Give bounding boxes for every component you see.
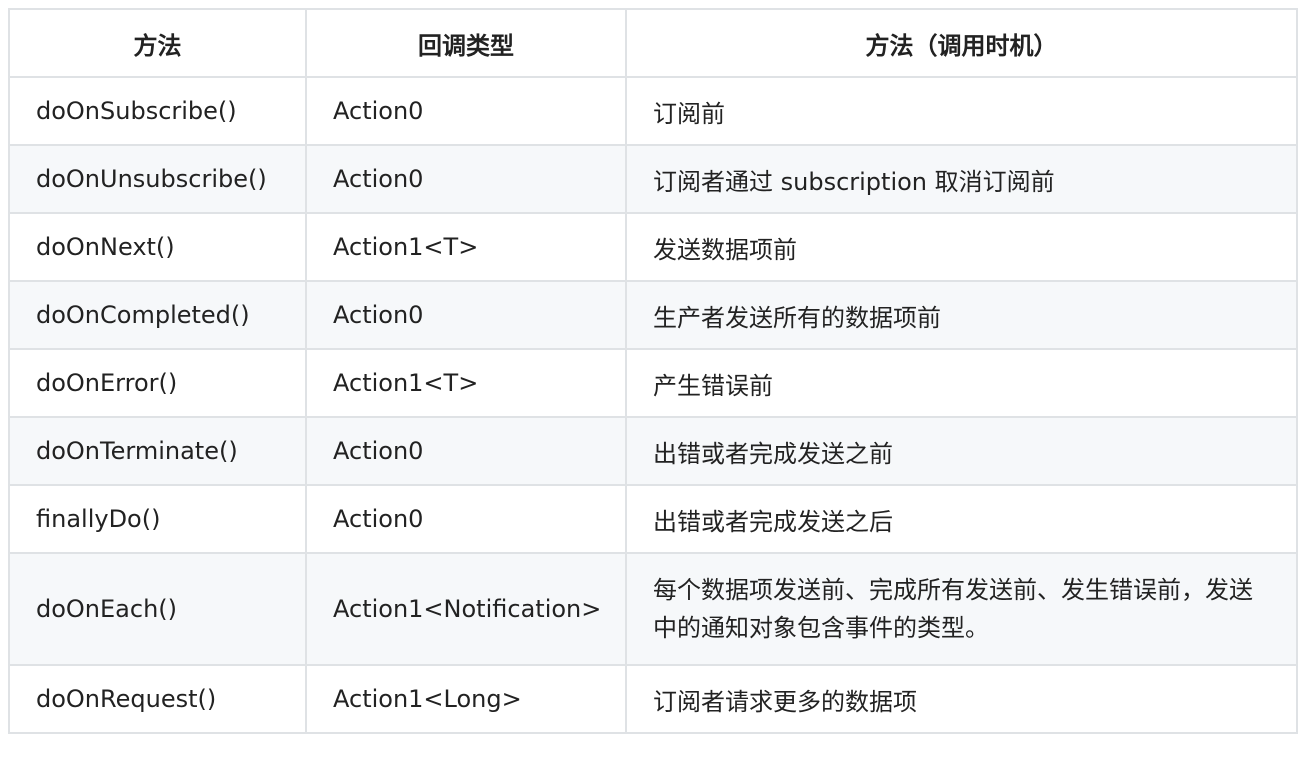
table-row: doOnUnsubscribe() Action0 订阅者通过 subscrip…	[8, 144, 1298, 214]
table-header: 方法 回调类型 方法（调用时机）	[8, 8, 1298, 78]
callback-type-cell: Action0	[305, 76, 627, 146]
method-cell: doOnTerminate()	[8, 416, 307, 486]
callback-type-cell: Action0	[305, 144, 627, 214]
timing-cell: 产生错误前	[625, 348, 1298, 418]
table-row: doOnRequest() Action1<Long> 订阅者请求更多的数据项	[8, 664, 1298, 734]
table-row: finallyDo() Action0 出错或者完成发送之后	[8, 484, 1298, 554]
method-cell: doOnError()	[8, 348, 307, 418]
timing-cell: 订阅前	[625, 76, 1298, 146]
callback-methods-table: 方法 回调类型 方法（调用时机） doOnSubscribe() Action0…	[8, 8, 1298, 734]
callback-type-cell: Action1<T>	[305, 212, 627, 282]
table-row: doOnSubscribe() Action0 订阅前	[8, 76, 1298, 146]
table-body: doOnSubscribe() Action0 订阅前 doOnUnsubscr…	[8, 76, 1298, 734]
callback-type-cell: Action0	[305, 280, 627, 350]
callback-type-cell: Action1<Long>	[305, 664, 627, 734]
method-cell: doOnCompleted()	[8, 280, 307, 350]
table-row: doOnError() Action1<T> 产生错误前	[8, 348, 1298, 418]
header-row: 方法 回调类型 方法（调用时机）	[8, 8, 1298, 78]
callback-type-cell: Action0	[305, 484, 627, 554]
method-cell: doOnRequest()	[8, 664, 307, 734]
method-cell: doOnUnsubscribe()	[8, 144, 307, 214]
method-cell: doOnEach()	[8, 552, 307, 666]
timing-cell: 出错或者完成发送之前	[625, 416, 1298, 486]
timing-cell: 每个数据项发送前、完成所有发送前、发生错误前，发送中的通知对象包含事件的类型。	[625, 552, 1298, 666]
timing-cell: 订阅者通过 subscription 取消订阅前	[625, 144, 1298, 214]
callback-type-cell: Action1<Notification>	[305, 552, 627, 666]
table-row: doOnCompleted() Action0 生产者发送所有的数据项前	[8, 280, 1298, 350]
header-method: 方法	[8, 8, 307, 78]
table-row: doOnNext() Action1<T> 发送数据项前	[8, 212, 1298, 282]
table-row: doOnEach() Action1<Notification> 每个数据项发送…	[8, 552, 1298, 666]
timing-cell: 出错或者完成发送之后	[625, 484, 1298, 554]
callback-type-cell: Action1<T>	[305, 348, 627, 418]
header-callback-type: 回调类型	[305, 8, 627, 78]
timing-cell: 发送数据项前	[625, 212, 1298, 282]
timing-cell: 生产者发送所有的数据项前	[625, 280, 1298, 350]
callback-type-cell: Action0	[305, 416, 627, 486]
table-row: doOnTerminate() Action0 出错或者完成发送之前	[8, 416, 1298, 486]
method-cell: doOnSubscribe()	[8, 76, 307, 146]
method-cell: finallyDo()	[8, 484, 307, 554]
timing-cell: 订阅者请求更多的数据项	[625, 664, 1298, 734]
header-timing: 方法（调用时机）	[625, 8, 1298, 78]
method-cell: doOnNext()	[8, 212, 307, 282]
